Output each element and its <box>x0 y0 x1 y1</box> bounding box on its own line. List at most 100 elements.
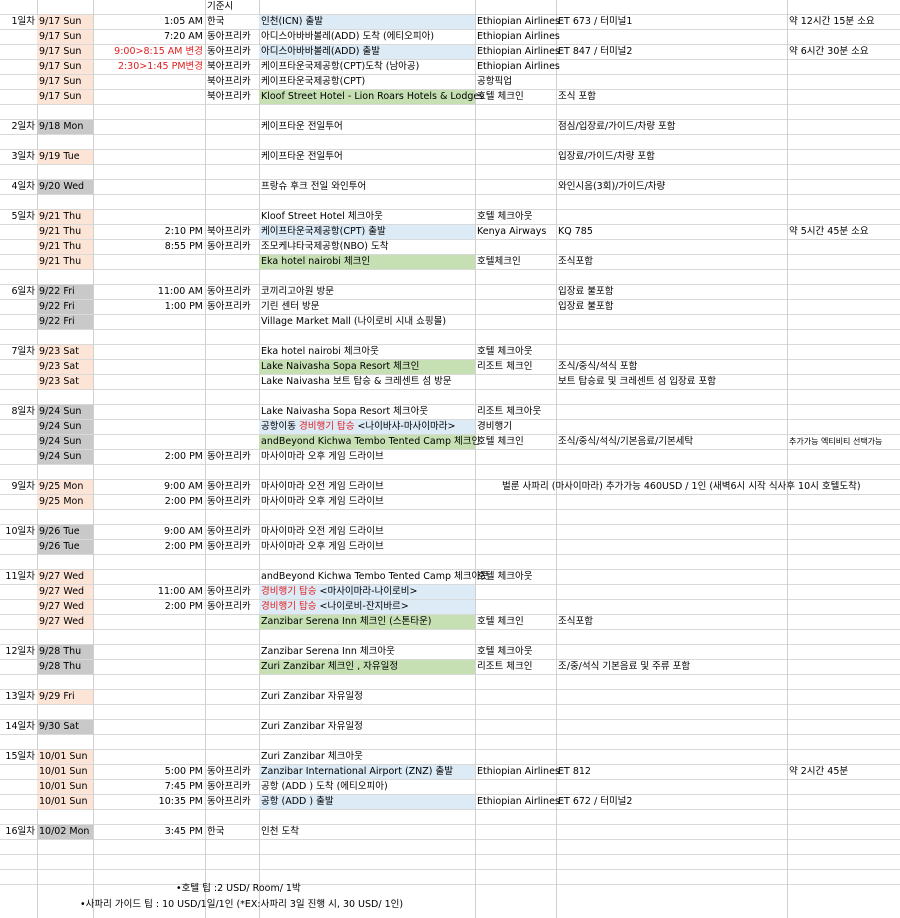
day-label: 7일차 <box>11 346 35 357</box>
activity-text: Zanzibar Serena Inn 체크아웃 <box>261 646 395 657</box>
itinerary-spreadsheet: 기준시 1일차 9/17 Sun 1:05 AM 한국 인천(ICN) 출발 Ethiop… <box>0 0 900 918</box>
date-cell: 9/17 Sun <box>37 90 93 104</box>
provider-cell: 호텔 체크아웃 <box>477 346 533 357</box>
activity-cell: 기린 센터 방문 <box>259 300 475 314</box>
row-divider <box>0 164 900 165</box>
activity-cell: 마사이마라 오전 게임 드라이브 <box>259 525 475 539</box>
date-cell: 9/17 Sun <box>37 60 93 74</box>
date-cell: 10/01 Sun <box>37 780 93 794</box>
optional-note: 벌룬 사파리 (마사이마라) 추가가능 460USD / 1인 (새벽6시 시작… <box>502 481 861 492</box>
date-cell: 9/20 Wed <box>37 180 93 194</box>
activity-cell: 케이프타운국제공항(CPT) <box>259 75 475 89</box>
time-cell: 2:00 PM <box>164 541 203 552</box>
activity-cell: 아디스아바바볼레(ADD) 출발 <box>259 45 475 59</box>
provider-cell: Ethiopian Airlines <box>477 766 560 777</box>
row-divider <box>0 809 900 810</box>
time-cell: 2:00 PM <box>164 496 203 507</box>
activity-text: Zuri Zanzibar 체크아웃 <box>261 751 363 762</box>
provider-cell: Kenya Airways <box>477 226 547 237</box>
guide-tip-note: •사파리 가이드 팁 : 10 USD/1일/1인 (*EX:사파리 3일 진행… <box>80 899 404 910</box>
row-divider <box>0 464 900 465</box>
activity-cell: 프랑슈 후크 전일 와인투어 <box>259 180 475 194</box>
activity-text: 마사이마라 오후 게임 드라이브 <box>261 451 384 462</box>
activity-flight-highlight: 경비행기 탑승 <box>298 421 355 432</box>
row-divider <box>0 854 900 855</box>
date-cell: 9/17 Sun <box>37 75 93 89</box>
row-divider <box>0 509 900 510</box>
activity-text: Lake Naivasha 보트 탑승 & 크레센트 섬 방문 <box>261 376 452 387</box>
activity-cell: Zuri Zanzibar 체크인 , 자유일정 <box>259 660 475 674</box>
detail-cell: 입장료 불포함 <box>558 286 614 297</box>
provider-cell: 호텔 체크아웃 <box>477 571 533 582</box>
region-cell: 동아프리카 <box>207 526 251 537</box>
activity-text: 인천(ICN) 출발 <box>261 16 323 27</box>
duration-cell: 약 2시간 45분 <box>789 766 849 777</box>
activity-cell: Zuri Zanzibar 자유일정 <box>259 720 475 734</box>
detail-cell: 조식포함 <box>558 616 593 627</box>
region-cell: 북아프리카 <box>207 76 251 87</box>
activity-cell: 케이프타운국제공항(CPT)도착 (남아공) <box>259 60 475 74</box>
activity-cell: Zanzibar Serena Inn 체크인 (스톤타운) <box>259 615 475 629</box>
time-cell: 2:00 PM <box>164 451 203 462</box>
region-cell: 동아프리카 <box>207 601 251 612</box>
provider-cell: Ethiopian Airlines <box>477 61 560 72</box>
activity-cell: 공항 (ADD ) 도착 (에티오피아) <box>259 780 475 794</box>
date-cell: 9/17 Sun <box>37 45 93 59</box>
detail-cell: 조식포함 <box>558 256 593 267</box>
date-cell: 9/22 Fri <box>37 300 93 314</box>
date-cell: 9/22 Fri <box>37 285 93 299</box>
time-cell: 2:10 PM <box>164 226 203 237</box>
date-cell: 9/26 Tue <box>37 540 93 554</box>
provider-cell: 호텔 체크인 <box>477 91 524 102</box>
time-cell: 7:20 AM <box>163 31 203 42</box>
date-cell: 10/01 Sun <box>37 750 93 764</box>
date-cell: 9/23 Sat <box>37 375 93 389</box>
provider-cell: 공항픽업 <box>477 76 512 87</box>
row-divider <box>0 674 900 675</box>
date-cell: 9/28 Thu <box>37 660 93 674</box>
activity-text: Lake Naivasha Sopa Resort 체크인 <box>261 361 420 372</box>
activity-text: 아디스아바바볼레(ADD) 출발 <box>261 46 380 57</box>
row-divider <box>0 329 900 330</box>
date-cell: 9/23 Sat <box>37 345 93 359</box>
activity-cell: 케이프타운 전일투어 <box>259 150 475 164</box>
region-cell: 동아프리카 <box>207 31 251 42</box>
duration-cell: 약 6시간 30분 소요 <box>789 46 869 57</box>
region-cell: 동아프리카 <box>207 241 251 252</box>
date-cell: 9/27 Wed <box>37 585 93 599</box>
region-cell: 동아프리카 <box>207 46 251 57</box>
activity-cell: Eka hotel nairobi 체크인 <box>259 255 475 269</box>
activity-text: 기린 센터 방문 <box>261 301 320 312</box>
region-cell: 동아프리카 <box>207 496 251 507</box>
activity-cell: 케이프타운국제공항(CPT) 출발 <box>259 225 475 239</box>
date-cell: 9/17 Sun <box>37 30 93 44</box>
date-cell: 9/18 Mon <box>37 120 93 134</box>
provider-cell: 리조트 체크아웃 <box>477 406 542 417</box>
date-cell: 9/25 Mon <box>37 495 93 509</box>
activity-cell: 공항이동 경비행기 탑승 <나이바샤-마사이마라> <box>259 420 475 434</box>
detail-cell: 입장료 불포함 <box>558 301 614 312</box>
time-cell: 2:30>1:45 PM변경 <box>117 61 203 72</box>
date-cell: 9/17 Sun <box>37 15 93 29</box>
activity-text: 마사이마라 오전 게임 드라이브 <box>261 526 384 537</box>
day-label: 11일차 <box>5 571 35 582</box>
detail-cell: 조/중/석식 기본음료 및 주류 포함 <box>558 661 691 672</box>
detail-cell: 조식/중식/석식 포함 <box>558 361 638 372</box>
time-cell: 5:00 PM <box>164 766 203 777</box>
activity-text: 케이프타운국제공항(CPT) <box>261 76 366 87</box>
row-divider <box>0 629 900 630</box>
provider-cell: Ethiopian Airlines <box>477 46 560 57</box>
date-cell: 9/27 Wed <box>37 600 93 614</box>
date-cell: 9/28 Thu <box>37 645 93 659</box>
activity-text: 인천 도착 <box>261 826 299 837</box>
activity-text: Village Market Mall (나이로비 시내 쇼핑몰) <box>261 316 447 327</box>
activity-text: Kloof Street Hotel 체크아웃 <box>261 211 383 222</box>
region-cell: 동아프리카 <box>207 781 251 792</box>
region-cell: 동아프리카 <box>207 766 251 777</box>
activity-cell: 케이프타운 전일투어 <box>259 120 475 134</box>
row-divider <box>0 134 900 135</box>
time-cell: 11:00 AM <box>157 586 203 597</box>
day-label: 13일차 <box>5 691 35 702</box>
activity-cell: Village Market Mall (나이로비 시내 쇼핑몰) <box>259 315 475 329</box>
date-cell: 9/24 Sun <box>37 435 93 449</box>
